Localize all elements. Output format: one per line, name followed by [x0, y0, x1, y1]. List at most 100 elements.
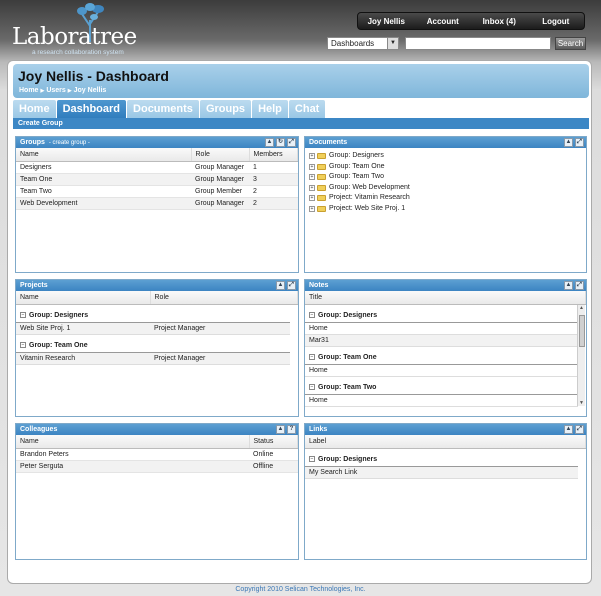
- table-row[interactable]: Peter Serguta Offline: [16, 460, 298, 473]
- column-header[interactable]: Title: [305, 291, 586, 305]
- help-icon[interactable]: ?: [287, 425, 296, 434]
- collapse-icon[interactable]: ▲: [265, 138, 274, 147]
- breadcrumb-users[interactable]: Users: [46, 87, 65, 94]
- column-header[interactable]: Status: [249, 435, 298, 449]
- tab-groups[interactable]: Groups: [199, 100, 252, 119]
- collapse-icon[interactable]: ▲: [564, 425, 573, 434]
- tree-node-label[interactable]: Group: Designers: [329, 151, 384, 162]
- notes-scrollbar[interactable]: ▲ ▼: [577, 305, 585, 406]
- scroll-up-icon[interactable]: ▲: [578, 305, 585, 311]
- group-heading[interactable]: − Group: Designers: [305, 309, 578, 323]
- expand-icon[interactable]: +: [309, 153, 315, 160]
- maximize-icon[interactable]: ⤢: [575, 138, 584, 147]
- collapse-icon[interactable]: ▲: [564, 138, 573, 147]
- list-item[interactable]: Mar31: [305, 334, 578, 347]
- expand-icon[interactable]: +: [309, 174, 315, 181]
- tree-node-label[interactable]: Group: Team One: [329, 162, 385, 173]
- tab-documents[interactable]: Documents: [127, 100, 199, 119]
- inbox-link[interactable]: Inbox (4): [471, 17, 528, 26]
- tree-node[interactable]: + Group: Web Development: [309, 183, 582, 194]
- list-item[interactable]: My Search Link: [305, 466, 578, 479]
- maximize-icon[interactable]: ⤢: [575, 425, 584, 434]
- expand-icon[interactable]: +: [309, 163, 315, 170]
- column-header[interactable]: Label: [305, 435, 586, 449]
- column-header[interactable]: Members: [249, 148, 298, 162]
- tab-chat[interactable]: Chat: [288, 100, 326, 119]
- group-name[interactable]: Team One: [16, 173, 191, 186]
- user-profile-link[interactable]: Joy Nellis: [358, 17, 415, 26]
- collapse-icon[interactable]: −: [20, 341, 26, 348]
- scroll-down-icon[interactable]: ▼: [578, 400, 585, 406]
- expand-icon[interactable]: +: [309, 184, 315, 191]
- group-role: Group Manager: [191, 197, 249, 210]
- tab-help[interactable]: Help: [252, 100, 288, 119]
- group-name[interactable]: Designers: [16, 161, 191, 174]
- collapse-icon[interactable]: −: [309, 353, 315, 360]
- breadcrumb-current[interactable]: Joy Nellis: [74, 87, 107, 94]
- table-row[interactable]: Web Development Group Manager 2: [16, 197, 298, 210]
- group-heading[interactable]: − Group: Team One: [305, 351, 578, 365]
- column-header[interactable]: Role: [150, 291, 298, 305]
- table-row[interactable]: Team One Group Manager 3: [16, 173, 298, 186]
- account-link[interactable]: Account: [415, 17, 472, 26]
- footer-copyright[interactable]: Copyright 2010 Selican Technologies, Inc…: [0, 586, 601, 593]
- group-heading[interactable]: − Group: Designers: [305, 453, 578, 467]
- table-row[interactable]: Brandon Peters Online: [16, 448, 298, 461]
- tree-node[interactable]: + Group: Team Two: [309, 172, 582, 183]
- expand-icon[interactable]: +: [309, 205, 315, 212]
- project-name[interactable]: Vitamin Research: [20, 353, 154, 364]
- collapse-icon[interactable]: −: [309, 455, 315, 462]
- tree-node-label[interactable]: Project: Vitamin Research: [329, 193, 410, 204]
- column-header[interactable]: Name: [16, 148, 192, 162]
- group-name[interactable]: Team Two: [16, 185, 191, 198]
- tree-node-label[interactable]: Group: Web Development: [329, 183, 410, 194]
- tree-node[interactable]: + Project: Vitamin Research: [309, 193, 582, 204]
- list-item[interactable]: Home: [305, 365, 578, 377]
- list-item[interactable]: Home: [305, 395, 578, 407]
- project-name[interactable]: Web Site Proj. 1: [20, 323, 154, 334]
- scrollbar-thumb[interactable]: [579, 315, 585, 347]
- maximize-icon[interactable]: ⤢: [287, 138, 296, 147]
- tree-node[interactable]: + Group: Designers: [309, 151, 582, 162]
- colleague-name[interactable]: Brandon Peters: [16, 448, 249, 461]
- logout-link[interactable]: Logout: [528, 17, 585, 26]
- table-row[interactable]: Designers Group Manager 1: [16, 161, 298, 174]
- column-header[interactable]: Role: [191, 148, 250, 162]
- tree-node[interactable]: + Group: Team One: [309, 162, 582, 173]
- list-item[interactable]: Home: [305, 323, 578, 335]
- group-heading[interactable]: − Group: Team One: [16, 339, 290, 353]
- collapse-icon[interactable]: −: [309, 383, 315, 390]
- tab-dashboard[interactable]: Dashboard: [56, 100, 127, 119]
- search-button[interactable]: Search: [555, 37, 586, 50]
- collapse-icon[interactable]: ▲: [276, 425, 285, 434]
- group-name[interactable]: Web Development: [16, 197, 191, 210]
- collapse-icon[interactable]: −: [20, 311, 26, 318]
- chevron-down-icon[interactable]: ▼: [387, 38, 398, 49]
- list-item[interactable]: Web Site Proj. 1 Project Manager: [16, 322, 290, 335]
- search-scope-select[interactable]: Dashboards ▼: [327, 37, 399, 50]
- tab-home[interactable]: Home: [13, 100, 56, 119]
- list-item[interactable]: Vitamin Research Project Manager: [16, 352, 290, 365]
- column-header[interactable]: Name: [16, 435, 250, 449]
- tree-node-label[interactable]: Group: Team Two: [329, 172, 384, 183]
- expand-icon[interactable]: +: [309, 195, 315, 202]
- tree-node[interactable]: + Project: Web Site Proj. 1: [309, 204, 582, 215]
- search-input[interactable]: [405, 37, 551, 50]
- group-heading[interactable]: − Group: Designers: [16, 309, 290, 323]
- breadcrumb-home[interactable]: Home: [19, 87, 38, 94]
- maximize-icon[interactable]: ⤢: [575, 281, 584, 290]
- create-group-link[interactable]: Create Group: [18, 120, 63, 127]
- refresh-icon[interactable]: ↻: [276, 138, 285, 147]
- colleague-name[interactable]: Peter Serguta: [16, 460, 249, 473]
- group-heading[interactable]: − Group: Team Two: [305, 381, 578, 395]
- create-group-inline-link[interactable]: - create group -: [49, 140, 90, 146]
- table-row[interactable]: Team Two Group Member 2: [16, 185, 298, 198]
- collapse-icon[interactable]: ▲: [564, 281, 573, 290]
- app-logo[interactable]: Laboratree a research collaboration syst…: [12, 2, 142, 58]
- subnav-bar: Create Group: [13, 118, 589, 129]
- tree-node-label[interactable]: Project: Web Site Proj. 1: [329, 204, 405, 215]
- collapse-icon[interactable]: −: [309, 311, 315, 318]
- maximize-icon[interactable]: ⤢: [287, 281, 296, 290]
- collapse-icon[interactable]: ▲: [276, 281, 285, 290]
- column-header[interactable]: Name: [16, 291, 151, 305]
